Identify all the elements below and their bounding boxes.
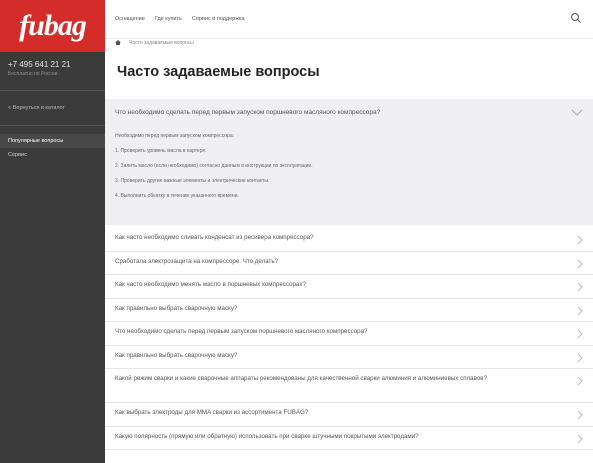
sidebar-item-popular-questions[interactable]: Популярные вопросы (0, 134, 105, 148)
faq-item[interactable]: Как выбрать электроды для MMA сварки из … (105, 403, 593, 427)
chevron-right-icon[interactable] (577, 329, 583, 339)
top-bar: Оснащение Где купить Сервис и поддержка (105, 0, 593, 39)
answer-intro: Необходимо перед первым запуском компрес… (115, 133, 234, 139)
chevron-right-icon[interactable] (577, 376, 583, 386)
faq-answer: Необходимо перед первым запуском компрес… (115, 132, 313, 207)
sidebar-item-service[interactable]: Сервис (0, 148, 105, 162)
sidebar-nav: Популярные вопросы Сервис (0, 134, 105, 162)
faq-question[interactable]: Как правильно выбрать сварочную маску? (115, 352, 553, 360)
faq-question[interactable]: Как часто необходимо сливать конденсат и… (115, 234, 553, 242)
chevron-right-icon[interactable] (577, 282, 583, 292)
faq-item[interactable]: Как правильно выбрать сварочную маску? (105, 299, 593, 322)
answer-line: 1. Проверить уровень масла в картере. (115, 148, 207, 154)
faq-list: Как часто необходимо сливать конденсат и… (105, 228, 593, 450)
phone-block: +7 495 641 21 21 Бесплатно по России (0, 52, 105, 91)
topbar-link-equipment[interactable]: Оснащение (115, 16, 145, 22)
sidebar: fubag +7 495 641 21 21 Бесплатно по Росс… (0, 0, 105, 463)
faq-question[interactable]: Какую полярность (прямую или обратную) и… (115, 433, 553, 441)
phone-subtitle: Бесплатно по России (8, 71, 58, 77)
faq-item[interactable]: Какую полярность (прямую или обратную) и… (105, 427, 593, 450)
faq-question[interactable]: Как выбрать электроды для MMA сварки из … (115, 409, 553, 417)
faq-item[interactable]: Как часто необходимо менять масло в порш… (105, 275, 593, 299)
faq-question[interactable]: Какой режим сварки и какие сварочные апп… (115, 375, 553, 383)
logo[interactable]: fubag (0, 0, 105, 52)
logo-text: fubag (19, 9, 87, 42)
faq-item[interactable]: Сработала электрозащита на компрессоре. … (105, 252, 593, 275)
faq-question[interactable]: Что необходимо сделать перед первым запу… (115, 109, 380, 116)
home-icon[interactable] (115, 40, 121, 46)
chevron-right-icon[interactable] (577, 259, 583, 269)
search-icon[interactable] (569, 11, 583, 25)
answer-line: 2. Залить масло (если необходимо) соглас… (115, 163, 313, 169)
faq-item[interactable]: Что необходимо сделать перед первым запу… (105, 322, 593, 346)
answer-line: 3. Проверить другие важные элементы и эл… (115, 178, 270, 184)
breadcrumb: Часто задаваемые вопросы (115, 40, 194, 46)
chevron-right-icon[interactable] (577, 306, 583, 316)
faq-item-expanded[interactable]: Что необходимо сделать перед первым запу… (105, 99, 593, 225)
chevron-right-icon[interactable] (577, 353, 583, 363)
chevron-right-icon[interactable] (577, 235, 583, 245)
back-to-catalog-link[interactable]: < Вернуться в каталог (0, 91, 105, 126)
chevron-right-icon[interactable] (577, 410, 583, 420)
faq-item[interactable]: Как правильно выбрать сварочную маску? (105, 346, 593, 369)
faq-item[interactable]: Какой режим сварки и какие сварочные апп… (105, 369, 593, 403)
main-content: Оснащение Где купить Сервис и поддержка … (105, 0, 593, 463)
faq-question[interactable]: Сработала электрозащита на компрессоре. … (115, 258, 553, 266)
answer-line: 4. Выполнить обкатку в течение указанног… (115, 193, 239, 199)
faq-question[interactable]: Что необходимо сделать перед первым запу… (115, 328, 553, 336)
breadcrumb-current: Часто задаваемые вопросы (129, 40, 194, 46)
page-title: Часто задаваемые вопросы (117, 64, 320, 80)
topbar-link-where-to-buy[interactable]: Где купить (155, 16, 182, 22)
topbar-link-service[interactable]: Сервис и поддержка (192, 16, 245, 22)
faq-question[interactable]: Как часто необходимо менять масло в порш… (115, 281, 553, 289)
chevron-up-icon[interactable] (571, 107, 583, 117)
faq-item[interactable]: Как часто необходимо сливать конденсат и… (105, 228, 593, 252)
phone-number[interactable]: +7 495 641 21 21 (8, 60, 97, 69)
faq-question[interactable]: Как правильно выбрать сварочную маску? (115, 305, 553, 313)
chevron-right-icon[interactable] (577, 434, 583, 444)
